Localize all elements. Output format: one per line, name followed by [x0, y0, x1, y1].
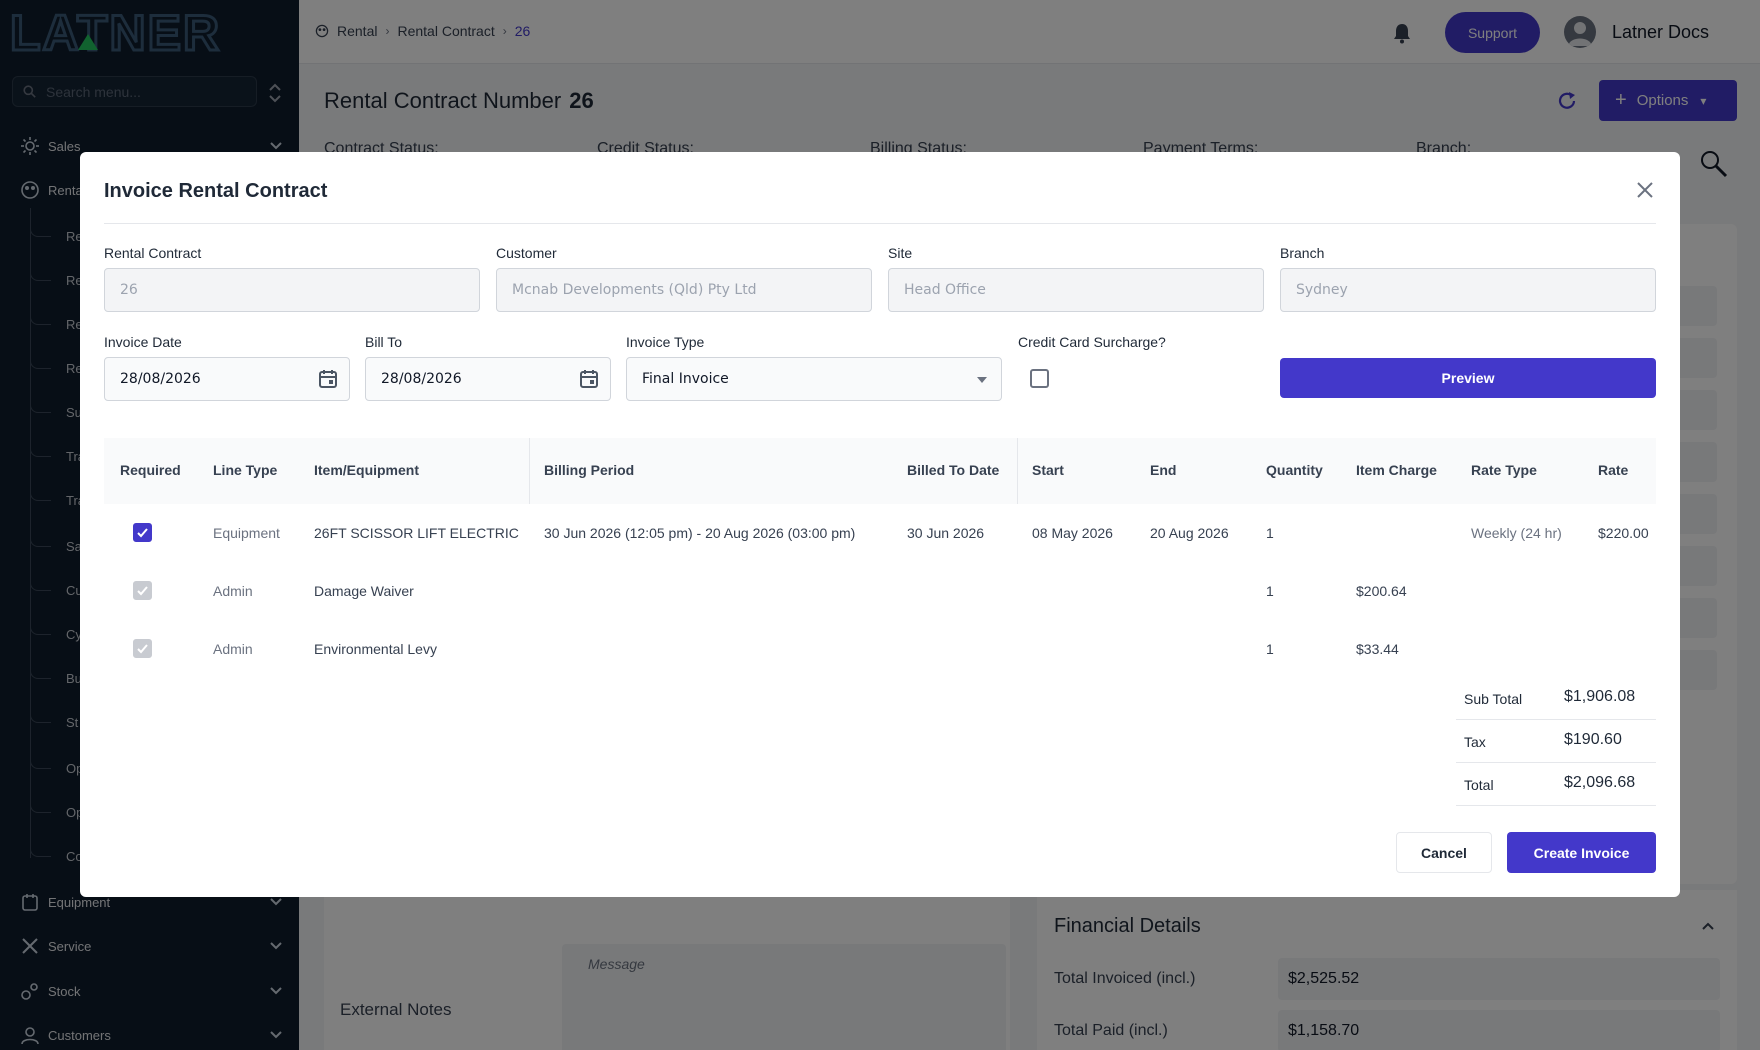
tax-row: Tax $190.60 — [1456, 720, 1656, 763]
invoice-date-label: Invoice Date — [104, 334, 182, 350]
required-checkbox — [133, 581, 152, 600]
cell-end: 20 Aug 2026 — [1150, 525, 1229, 541]
col-end: End — [1150, 462, 1177, 478]
branch-label: Branch — [1280, 245, 1325, 261]
col-item-charge: Item Charge — [1356, 462, 1437, 478]
cell-item: 26FT SCISSOR LIFT ELECTRIC — [314, 525, 519, 541]
total-value: $2,096.68 — [1564, 774, 1636, 791]
total-label: Total — [1464, 777, 1494, 793]
divider — [104, 223, 1656, 224]
cell-billed-to: 30 Jun 2026 — [907, 525, 985, 541]
site-label: Site — [888, 245, 913, 261]
cell-line-type: Equipment — [213, 525, 280, 541]
site-field: Head Office — [888, 268, 1264, 312]
modal-title: Invoice Rental Contract — [104, 180, 328, 202]
invoice-type-label: Invoice Type — [626, 334, 705, 350]
branch-field: Sydney — [1280, 268, 1656, 312]
invoice-modal: Invoice Rental Contract Rental Contract … — [80, 152, 1680, 897]
cell-item-charge: $200.64 — [1356, 583, 1407, 599]
col-billed-to: Billed To Date — [907, 462, 1000, 478]
caret-down-icon — [977, 377, 987, 383]
col-quantity: Quantity — [1266, 462, 1323, 478]
col-start: Start — [1032, 462, 1064, 478]
cell-item-charge: $33.44 — [1356, 641, 1399, 657]
rental-contract-field: 26 — [104, 268, 480, 312]
cell-line-type: Admin — [213, 583, 253, 599]
invoice-type-select[interactable]: Final Invoice — [626, 357, 1002, 401]
table-header: Required Line Type Item/Equipment Billin… — [104, 438, 1656, 504]
required-checkbox — [133, 639, 152, 658]
subtotal-label: Sub Total — [1464, 691, 1523, 707]
customer-field: Mcnab Developments (Qld) Pty Ltd — [496, 268, 872, 312]
total-row: Total $2,096.68 — [1456, 763, 1656, 806]
customer-label: Customer — [496, 245, 557, 261]
tax-value: $190.60 — [1564, 731, 1622, 748]
col-rate-type: Rate Type — [1471, 462, 1537, 478]
check-icon — [137, 528, 148, 538]
tax-label: Tax — [1464, 734, 1486, 750]
cell-quantity: 1 — [1266, 641, 1274, 657]
surcharge-checkbox[interactable] — [1030, 369, 1049, 388]
cell-rate-type: Weekly (24 hr) — [1471, 525, 1562, 541]
check-icon — [137, 644, 148, 654]
cell-rate: $220.00 — [1598, 525, 1649, 541]
bill-to-label: Bill To — [365, 334, 403, 350]
invoice-date-input[interactable]: 28/08/2026 — [104, 357, 350, 401]
calendar-icon[interactable] — [578, 368, 600, 390]
col-line-type: Line Type — [213, 462, 278, 478]
calendar-icon[interactable] — [317, 368, 339, 390]
cancel-button[interactable]: Cancel — [1396, 832, 1492, 873]
cell-quantity: 1 — [1266, 583, 1274, 599]
required-checkbox[interactable] — [133, 523, 152, 542]
col-rate: Rate — [1598, 462, 1629, 478]
bill-to-input[interactable]: 28/08/2026 — [365, 357, 611, 401]
cell-line-type: Admin — [213, 641, 253, 657]
check-icon — [137, 586, 148, 596]
cell-billing-period: 30 Jun 2026 (12:05 pm) - 20 Aug 2026 (03… — [544, 525, 856, 541]
col-billing-period: Billing Period — [544, 462, 635, 478]
create-invoice-button[interactable]: Create Invoice — [1507, 832, 1656, 873]
col-separator — [1017, 438, 1018, 504]
cell-item: Environmental Levy — [314, 641, 437, 657]
preview-button[interactable]: Preview — [1280, 358, 1656, 398]
col-separator — [529, 438, 530, 504]
cell-item: Damage Waiver — [314, 583, 414, 599]
cell-quantity: 1 — [1266, 525, 1274, 541]
cell-start: 08 May 2026 — [1032, 525, 1113, 541]
subtotal-value: $1,906.08 — [1564, 688, 1636, 705]
col-item: Item/Equipment — [314, 462, 420, 478]
subtotal-row: Sub Total $1,906.08 — [1456, 677, 1656, 720]
rental-contract-label: Rental Contract — [104, 245, 202, 261]
surcharge-label: Credit Card Surcharge? — [1018, 334, 1166, 350]
col-required: Required — [120, 462, 181, 478]
close-icon[interactable] — [1634, 179, 1656, 201]
